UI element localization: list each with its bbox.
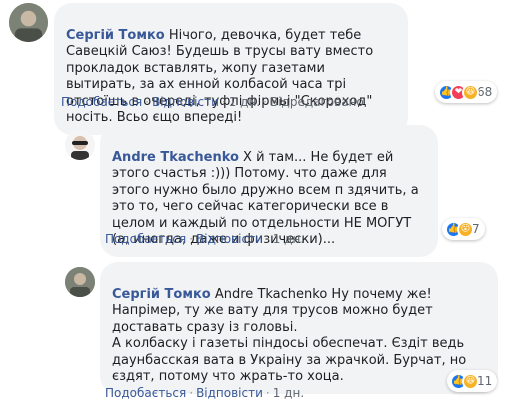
timestamp[interactable]: 1 дн. bbox=[229, 95, 260, 109]
comment-actions: Подобається · Відповісти · 1 дн. bbox=[105, 386, 304, 400]
like-link[interactable]: Подобається bbox=[61, 95, 142, 109]
separator: · bbox=[145, 95, 150, 109]
comment-author[interactable]: Andre Tkachenko bbox=[112, 150, 239, 165]
reply-link[interactable]: Відповісти bbox=[196, 386, 263, 400]
avatar-photo-icon bbox=[65, 130, 95, 160]
edited-label[interactable]: Відредаговано bbox=[270, 95, 364, 109]
separator: · bbox=[263, 95, 267, 109]
reactions-summary[interactable]: 👍 ❤ 😆 68 bbox=[435, 81, 498, 103]
avatar[interactable] bbox=[9, 3, 48, 42]
like-link[interactable]: Подобається bbox=[105, 386, 186, 400]
separator: · bbox=[189, 232, 194, 246]
timestamp[interactable]: 1 дн. bbox=[273, 232, 304, 246]
reaction-count: 68 bbox=[477, 85, 493, 99]
avatar-photo-icon bbox=[9, 3, 48, 42]
separator: · bbox=[189, 386, 194, 400]
avatar-photo-icon bbox=[65, 267, 95, 297]
comment-bubble: Сергій Томко Нічого, девочка, будет тебе… bbox=[54, 3, 408, 135]
reactions-summary[interactable]: 👍 😮 7 bbox=[442, 218, 485, 240]
haha-icon: 😆 bbox=[462, 83, 479, 101]
wow-icon: 😮 bbox=[457, 220, 474, 238]
separator: · bbox=[265, 386, 270, 400]
comment-actions: Подобається · Відповісти · 1 дн. · Відредагова… bbox=[61, 95, 364, 109]
comment-bubble: Сергій Томко Andre Tkachenko Ну почему ж… bbox=[100, 262, 498, 394]
separator: · bbox=[265, 232, 270, 246]
reply-link[interactable]: Відповісти bbox=[196, 232, 263, 246]
comment-author[interactable]: Сергій Томко bbox=[112, 287, 211, 302]
avatar[interactable] bbox=[65, 130, 95, 160]
haha-icon: 😆 bbox=[462, 372, 479, 390]
like-link[interactable]: Подобається bbox=[105, 232, 186, 246]
reaction-count: 11 bbox=[477, 374, 493, 388]
comment-author[interactable]: Сергій Томко bbox=[66, 28, 165, 43]
separator: · bbox=[221, 95, 226, 109]
reactions-summary[interactable]: 👍 😆 11 bbox=[447, 370, 498, 392]
avatar[interactable] bbox=[65, 267, 95, 297]
timestamp[interactable]: 1 дн. bbox=[273, 386, 304, 400]
comment-actions: Подобається · Відповісти · 1 дн. bbox=[105, 232, 304, 246]
reply-link[interactable]: Відповісти bbox=[152, 95, 219, 109]
